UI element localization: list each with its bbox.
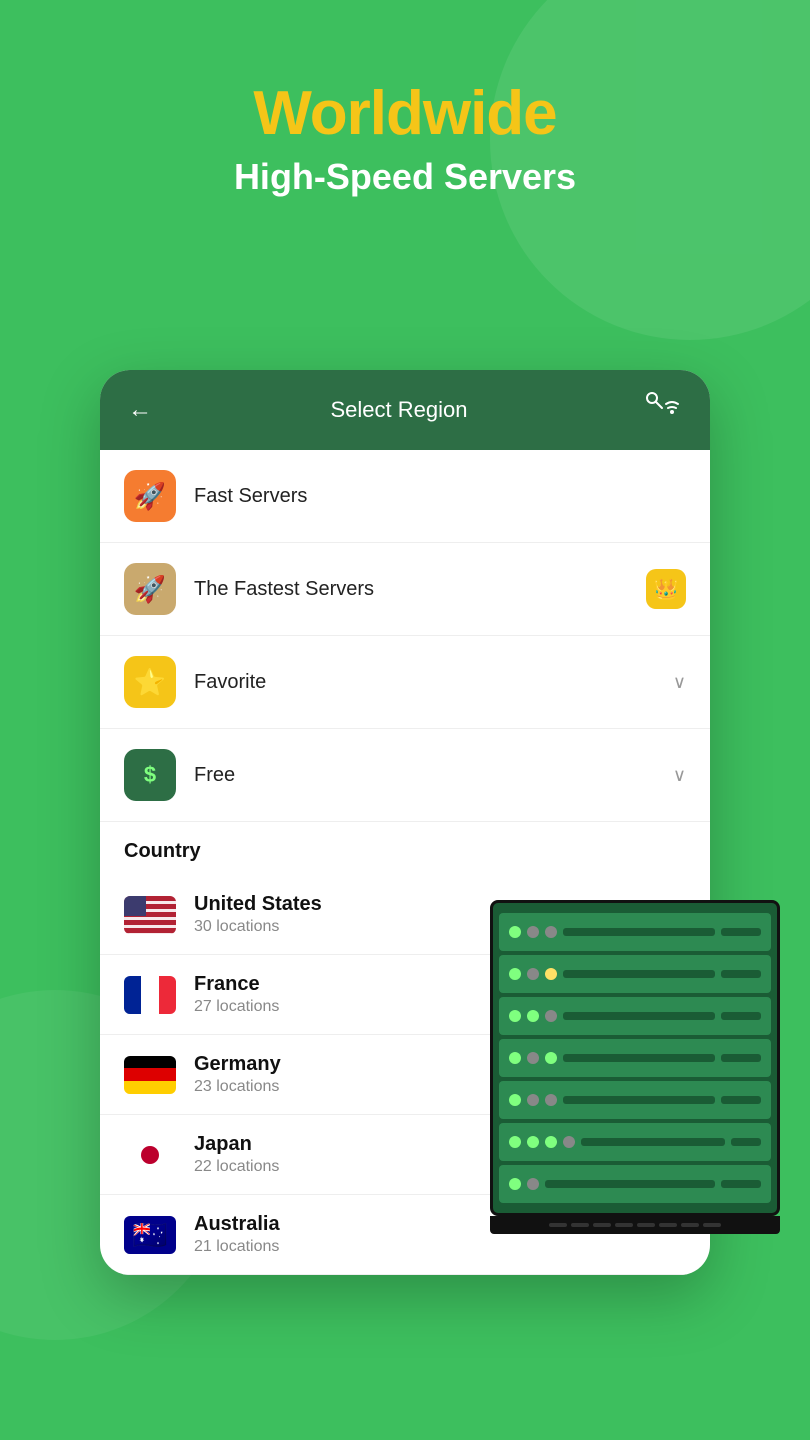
wifi-search-icon[interactable] xyxy=(646,392,682,428)
fastest-servers-icon: 🚀 xyxy=(124,563,176,615)
flag-fr xyxy=(124,976,176,1014)
fastest-servers-right: 👑 xyxy=(646,569,686,609)
flag-us xyxy=(124,896,176,934)
fastest-servers-label: The Fastest Servers xyxy=(194,578,646,601)
menu-item-free[interactable]: $ Free ∨ xyxy=(100,729,710,822)
flag-au xyxy=(124,1216,176,1254)
country-section-header: Country xyxy=(100,822,710,875)
flag-jp xyxy=(124,1136,176,1174)
menu-item-fast-servers[interactable]: 🚀 Fast Servers xyxy=(100,450,710,543)
country-section-label: Country xyxy=(124,840,686,863)
free-right: ∨ xyxy=(673,765,686,786)
back-button[interactable]: ← xyxy=(128,396,152,424)
menu-list: 🚀 Fast Servers 🚀 The Fastest Servers 👑 ⭐… xyxy=(100,450,710,822)
crown-icon: 👑 xyxy=(646,569,686,609)
free-icon: $ xyxy=(124,749,176,801)
chevron-down-icon: ∨ xyxy=(673,672,686,693)
server-rack-front xyxy=(490,900,780,1234)
chevron-down-icon-free: ∨ xyxy=(673,765,686,786)
favorite-icon: ⭐ xyxy=(124,656,176,708)
header-title: Select Region xyxy=(331,397,468,423)
au-locations: 21 locations xyxy=(194,1238,686,1256)
hero-title: Worldwide xyxy=(0,80,810,148)
fast-servers-icon: 🚀 xyxy=(124,470,176,522)
free-label: Free xyxy=(194,764,673,787)
flag-de xyxy=(124,1056,176,1094)
favorite-label: Favorite xyxy=(194,671,673,694)
menu-item-fastest-servers[interactable]: 🚀 The Fastest Servers 👑 xyxy=(100,543,710,636)
hero-subtitle: High-Speed Servers xyxy=(0,156,810,198)
fast-servers-label: Fast Servers xyxy=(194,485,686,508)
hero-section: Worldwide High-Speed Servers xyxy=(0,0,810,238)
menu-item-favorite[interactable]: ⭐ Favorite ∨ xyxy=(100,636,710,729)
favorite-right: ∨ xyxy=(673,672,686,693)
card-header: ← Select Region xyxy=(100,370,710,450)
